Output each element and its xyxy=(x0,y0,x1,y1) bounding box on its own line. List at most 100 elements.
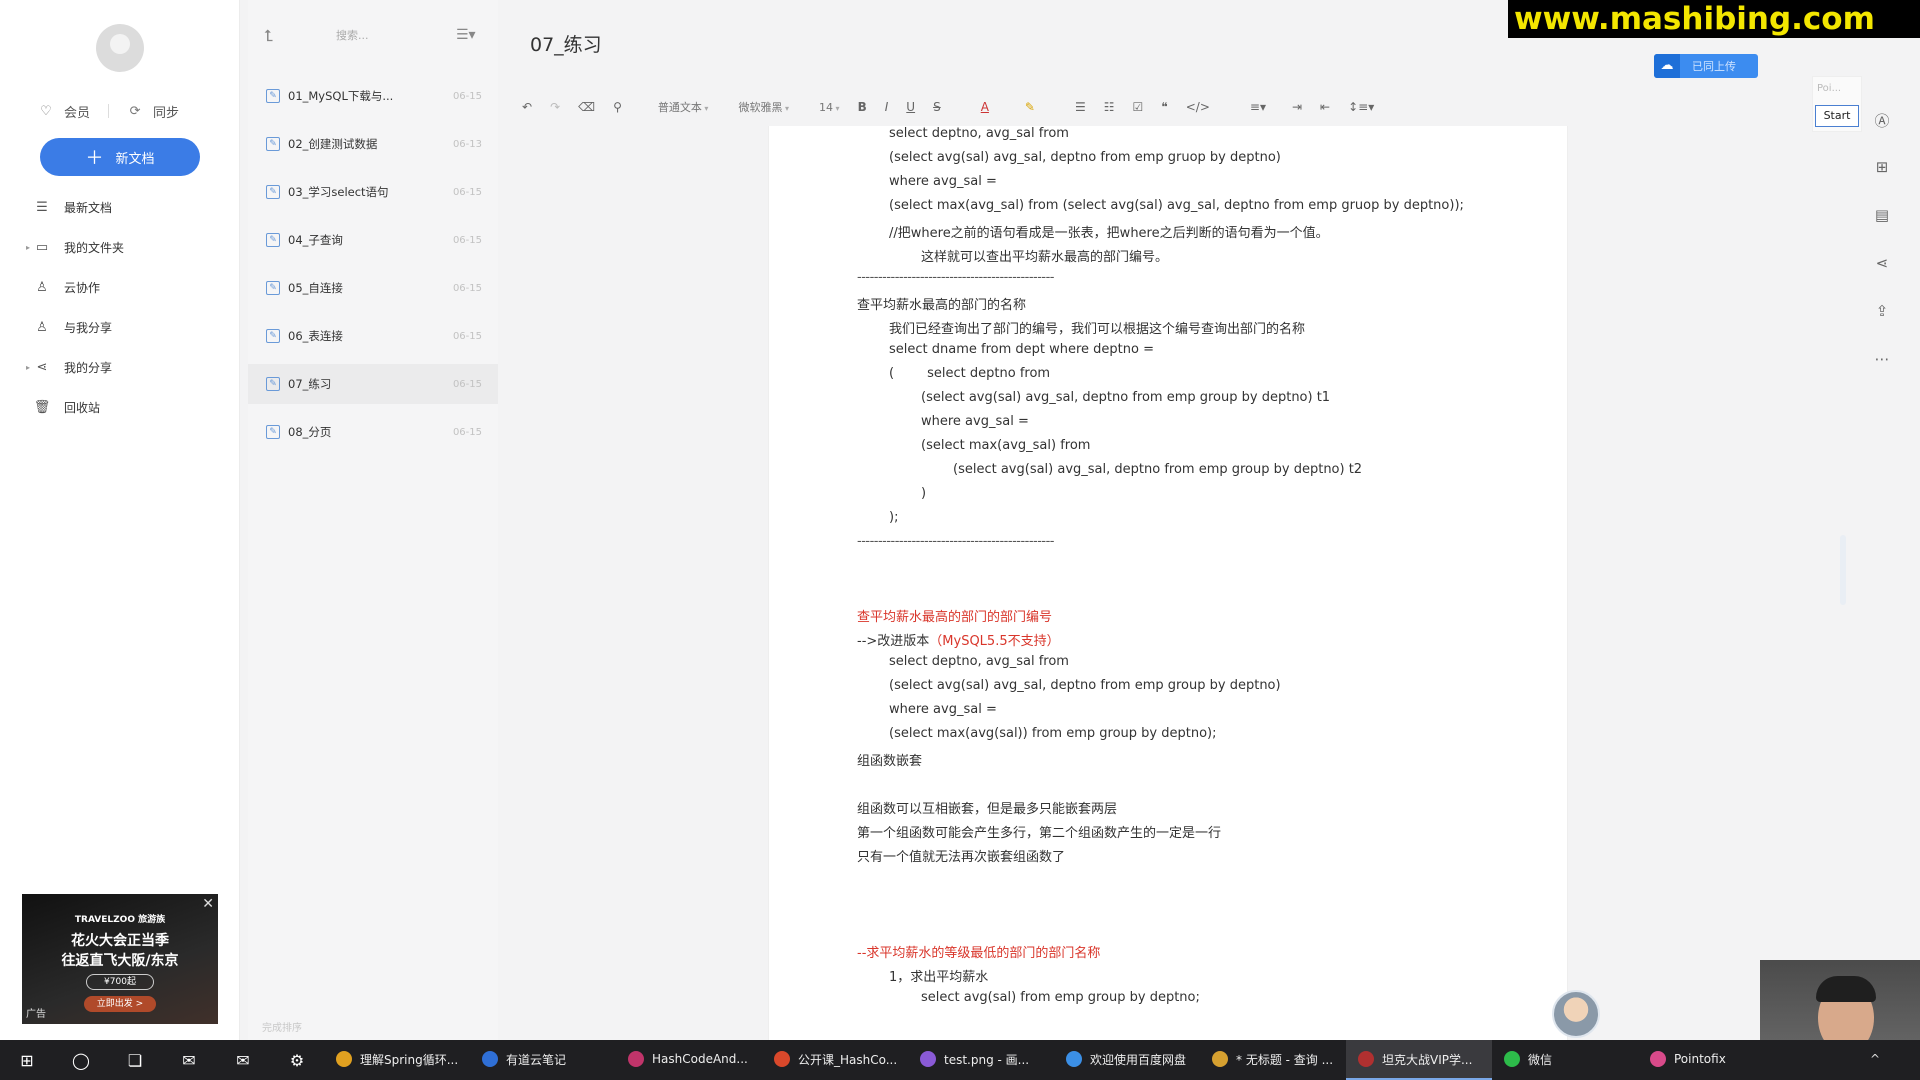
sidebar-item-shared-with-me[interactable]: ♙ 与我分享 xyxy=(0,313,239,341)
numbered-list-icon[interactable]: ☷ xyxy=(1104,100,1115,114)
search-icon[interactable]: ◯ xyxy=(54,1040,108,1080)
document-date: 06-15 xyxy=(452,426,482,438)
app-icon xyxy=(774,1051,790,1067)
taskbar-app-label: test.png - 画... xyxy=(944,1052,1030,1067)
document-line: ----------------------------------------… xyxy=(857,534,1054,549)
taskbar-app[interactable]: 有道云笔记 xyxy=(470,1040,616,1080)
sidebar-item-my-folders[interactable]: ▸ ▭ 我的文件夹 xyxy=(0,233,239,261)
sidebar-item-label: 与我分享 xyxy=(64,320,113,335)
sidebar-item-my-shares[interactable]: ▸ ⋖ 我的分享 xyxy=(0,353,239,381)
taskbar-app[interactable]: * 无标题 - 查询 ... xyxy=(1200,1040,1346,1080)
format-painter-icon[interactable]: ⚲ xyxy=(613,100,622,114)
document-icon: ✎ xyxy=(266,185,280,199)
sidebar-item-trash[interactable]: 🗑 回收站 xyxy=(0,393,239,421)
taskbar-app[interactable]: 微信 xyxy=(1492,1040,1638,1080)
sync-link[interactable]: 同步 xyxy=(153,102,179,121)
redo-icon[interactable]: ↷ xyxy=(550,100,560,114)
folder-icon: ▭ xyxy=(35,239,49,255)
app-icon xyxy=(628,1051,644,1067)
taskbar-app-label: 微信 xyxy=(1528,1052,1553,1067)
document-title: 05_自连接 xyxy=(288,281,343,295)
code-icon[interactable]: </> xyxy=(1186,100,1210,114)
task-view-icon[interactable]: ❏ xyxy=(108,1040,162,1080)
document-line: 1，求出平均薪水 xyxy=(889,970,989,985)
bullet-list-icon[interactable]: ☰ xyxy=(1075,100,1086,114)
document-title: 06_表连接 xyxy=(288,329,343,343)
taskbar-app[interactable]: test.png - 画... xyxy=(908,1040,1054,1080)
close-icon[interactable]: ✕ xyxy=(202,896,214,912)
sidebar-item-collaboration[interactable]: ♙ 云协作 xyxy=(0,273,239,301)
list-item[interactable]: ✎ 08_分页 06-15 xyxy=(248,412,498,452)
app-pinned-icon[interactable]: ✉ xyxy=(162,1040,216,1080)
indent-icon[interactable]: ⇥ xyxy=(1292,100,1302,114)
font-color-icon[interactable]: A xyxy=(981,100,989,114)
note-label: （MySQL5.5不支持） xyxy=(929,634,1060,649)
bold-icon[interactable]: B xyxy=(858,100,867,114)
insert-icon[interactable]: ⊞ xyxy=(1872,158,1892,178)
sort-menu-icon[interactable]: ☰▾ xyxy=(456,27,476,43)
strikethrough-icon[interactable]: S xyxy=(933,100,941,114)
search-input[interactable]: 搜索... xyxy=(336,27,369,43)
line-spacing-icon[interactable]: ↕≡▾ xyxy=(1348,100,1374,114)
taskbar-app[interactable]: 坦克大战VIP学... xyxy=(1346,1040,1492,1080)
document-line: 只有一个值就无法再次嵌套组函数了 xyxy=(857,850,1066,865)
back-icon[interactable]: ⮤ xyxy=(264,26,273,46)
list-item[interactable]: ✎ 01_MySQL下载与... 06-15 xyxy=(248,76,498,116)
align-icon[interactable]: ≡▾ xyxy=(1250,100,1266,114)
list-item[interactable]: ✎ 05_自连接 06-15 xyxy=(248,268,498,308)
checkbox-icon[interactable]: ☑ xyxy=(1133,100,1144,114)
mail-icon[interactable]: ✉ xyxy=(216,1040,270,1080)
expand-arrow-icon[interactable]: ▸ xyxy=(0,243,30,252)
document-page[interactable]: select deptno, avg_sal from (select avg(s… xyxy=(768,126,1568,1040)
text-icon[interactable]: Ⓐ xyxy=(1872,110,1892,130)
ad-cta-button[interactable]: 立即出发 > xyxy=(84,996,156,1012)
highlight-icon[interactable]: ✎ xyxy=(1025,100,1035,114)
font-size-select[interactable]: 14 xyxy=(819,101,840,114)
list-item[interactable]: ✎ 03_学习select语句 06-15 xyxy=(248,172,498,212)
expand-arrow-icon[interactable]: ▸ xyxy=(0,363,30,372)
font-family-select[interactable]: 微软雅黑 xyxy=(738,99,789,115)
system-tray-chevron-icon[interactable]: ^ xyxy=(1870,1052,1880,1066)
list-item-active[interactable]: ✎ 07_练习 06-15 xyxy=(248,364,498,404)
windows-start-icon[interactable]: ⊞ xyxy=(0,1040,54,1080)
export-icon[interactable]: ⇪ xyxy=(1872,302,1892,322)
eraser-icon[interactable]: ⌫ xyxy=(578,100,595,114)
undo-icon[interactable]: ↶ xyxy=(522,100,532,114)
scrollbar[interactable] xyxy=(1840,535,1846,605)
taskbar-app[interactable]: HashCodeAnd... xyxy=(616,1040,762,1080)
page-title[interactable]: 07_练习 xyxy=(530,30,602,57)
taskbar-apps: 理解Spring循环... 有道云笔记 HashCodeAnd... 公开课_Hash… xyxy=(324,1040,1784,1080)
list-footer-text: 完成排序 xyxy=(262,1023,302,1034)
taskbar-app[interactable]: Pointofix xyxy=(1638,1040,1784,1080)
list-item[interactable]: ✎ 02_创建测试数据 06-13 xyxy=(248,124,498,164)
sidebar-item-recent[interactable]: ☰ 最新文档 xyxy=(0,193,239,221)
list-item[interactable]: ✎ 06_表连接 06-15 xyxy=(248,316,498,356)
outline-icon[interactable]: ▤ xyxy=(1872,206,1892,226)
member-link[interactable]: 会员 xyxy=(64,102,90,121)
more-icon[interactable]: ⋯ xyxy=(1872,350,1892,370)
share-icon[interactable]: ⋖ xyxy=(1872,254,1892,274)
document-line: select deptno, avg_sal from xyxy=(889,654,1069,669)
taskbar-app[interactable]: 欢迎使用百度网盘 xyxy=(1054,1040,1200,1080)
list-item[interactable]: ✎ 04_子查询 06-15 xyxy=(248,220,498,260)
app-pinned-icon[interactable]: ⚙ xyxy=(270,1040,324,1080)
share-icon: ⋖ xyxy=(36,359,48,375)
taskbar: ⊞ ◯ ❏ ✉ ✉ ⚙ 理解Spring循环... 有道云笔记 HashCodeAn… xyxy=(0,1040,1920,1080)
outdent-icon[interactable]: ⇤ xyxy=(1320,100,1330,114)
upload-button[interactable]: ☁ 已同上传 xyxy=(1654,54,1758,78)
underline-icon[interactable]: U xyxy=(906,100,915,114)
quote-icon[interactable]: ❝ xyxy=(1161,100,1167,114)
document-line: select dname from dept where deptno = xyxy=(889,342,1155,357)
avatar[interactable] xyxy=(96,24,144,72)
advertisement-banner[interactable]: ✕ TRAVELZOO 旅游族 花火大会正当季 往返直飞大阪/东京 ¥700起 … xyxy=(22,894,218,1024)
app-icon xyxy=(920,1051,936,1067)
italic-icon[interactable]: I xyxy=(885,100,889,114)
paragraph-style-select[interactable]: 普通文本 xyxy=(658,99,709,115)
new-document-button[interactable]: ＋ 新文档 xyxy=(40,138,200,176)
start-button[interactable]: Start xyxy=(1815,105,1859,127)
document-title: 08_分页 xyxy=(288,425,332,439)
ad-price: ¥700起 xyxy=(86,974,154,990)
taskbar-app[interactable]: 公开课_HashCo... xyxy=(762,1040,908,1080)
document-list-panel: ⮤ 搜索... ☰▾ ✎ 01_MySQL下载与... 06-15 ✎ 02_创… xyxy=(248,0,498,1040)
taskbar-app[interactable]: 理解Spring循环... xyxy=(324,1040,470,1080)
